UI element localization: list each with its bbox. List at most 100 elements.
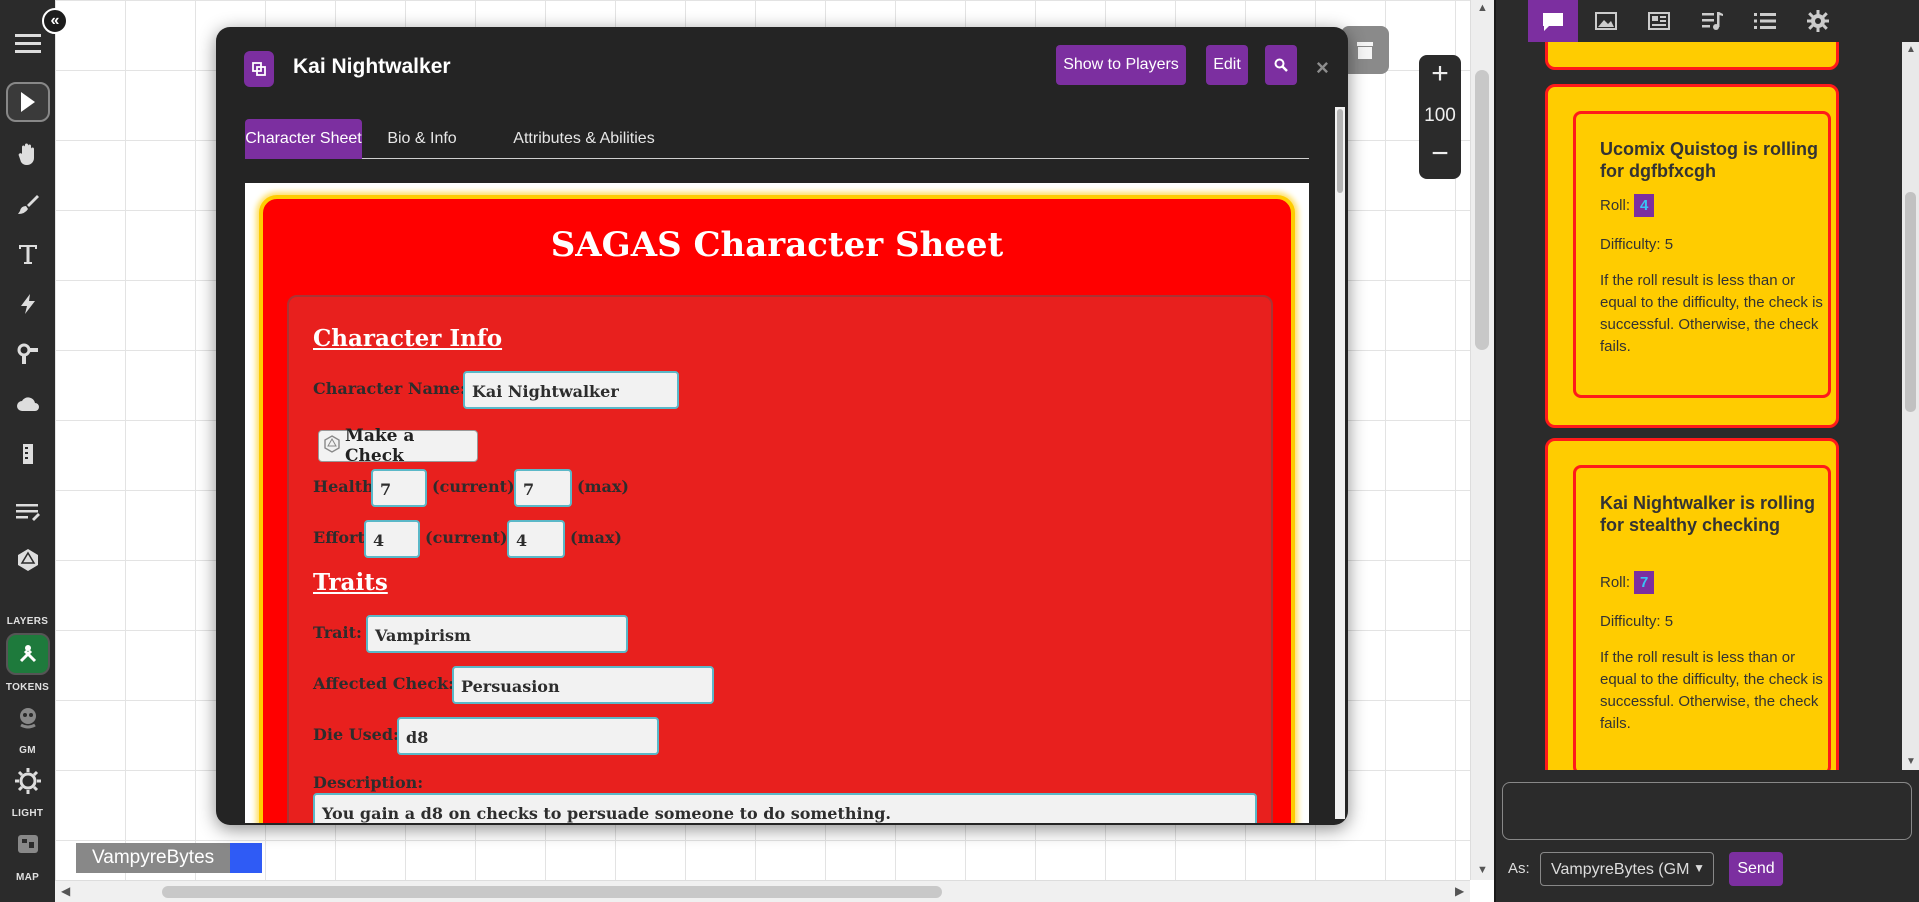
effort-max-text: (max) (570, 528, 622, 547)
canvas-horizontal-scrollbar[interactable]: ◀ ▶ (55, 880, 1470, 902)
lighting-layer-icon[interactable] (6, 760, 50, 802)
health-max-input[interactable]: 7 (514, 469, 572, 507)
scroll-up-arrow[interactable]: ▲ (1906, 44, 1916, 55)
chat-input[interactable] (1502, 782, 1912, 840)
character-sheet: SAGAS Character Sheet Character Info Cha… (259, 195, 1295, 823)
roll-line: Roll: 7 (1600, 571, 1655, 594)
scroll-up-arrow[interactable]: ▲ (1477, 2, 1488, 14)
scrollbar-thumb[interactable] (1475, 70, 1489, 350)
pan-hand-icon[interactable] (6, 134, 50, 174)
fog-cloud-icon[interactable] (6, 384, 50, 424)
scroll-down-arrow[interactable]: ▼ (1477, 864, 1488, 876)
canvas-vertical-scrollbar[interactable]: ▲ ▼ (1470, 0, 1494, 880)
gm-layer-icon[interactable] (6, 697, 50, 739)
zoom-in-button[interactable]: + (1419, 59, 1461, 89)
trait-input[interactable]: Vampirism (366, 615, 628, 653)
tab-attributes-abilities[interactable]: Attributes & Abilities (509, 119, 659, 159)
speaking-as-label: As: (1508, 860, 1530, 877)
roll-label: Roll: (1600, 574, 1631, 591)
effort-current-text: (current) / (425, 528, 519, 547)
journal-tab[interactable] (1634, 0, 1684, 42)
show-to-players-button[interactable]: Show to Players (1056, 45, 1186, 85)
lightning-icon[interactable] (6, 284, 50, 324)
roll-description: If the roll result is less than or equal… (1600, 272, 1823, 355)
health-max-text: (max) (577, 477, 629, 496)
effort-max-input[interactable]: 4 (507, 520, 565, 558)
scroll-down-arrow[interactable]: ▼ (1906, 756, 1916, 767)
sheet-title: SAGAS Character Sheet (550, 225, 1004, 265)
send-button[interactable]: Send (1729, 852, 1783, 886)
settings-tab[interactable] (1793, 0, 1843, 42)
brush-icon[interactable] (6, 184, 50, 224)
notes-icon[interactable] (6, 492, 50, 532)
die-used-input[interactable]: d8 (397, 717, 659, 755)
chat-scrollbar[interactable]: ▲ ▼ (1902, 42, 1919, 770)
double-chevron-left-icon: « (50, 12, 60, 29)
popout-icon[interactable] (244, 51, 274, 87)
trash-icon (1357, 42, 1373, 59)
chat-bubble-icon (1543, 13, 1563, 31)
scrollbar-thumb[interactable] (1337, 109, 1343, 193)
select-tool-icon[interactable] (6, 82, 50, 122)
compendium-tab[interactable] (1740, 0, 1790, 42)
tab-character-sheet[interactable]: Character Sheet (245, 119, 362, 159)
gear-icon (1807, 10, 1829, 32)
collapse-toolbar-button[interactable]: « (42, 8, 68, 34)
roll-card: Kai Nightwalker is rolling for stealthy … (1573, 465, 1831, 770)
map-layer-icon[interactable] (6, 823, 50, 865)
menu-icon[interactable] (6, 24, 50, 64)
chat-log[interactable]: Ucomix Quistog is rolling for dgfbfxcgh … (1500, 42, 1900, 770)
sheet-viewport: SAGAS Character Sheet Character Info Cha… (245, 183, 1309, 823)
scrollbar-thumb[interactable] (162, 886, 942, 898)
zoom-control: + 100 − (1419, 55, 1461, 179)
roll-card: Ucomix Quistog is rolling for dgfbfxcgh … (1573, 111, 1831, 398)
tokens-layer-icon[interactable] (6, 633, 50, 675)
art-library-tab[interactable] (1581, 0, 1631, 42)
scroll-left-arrow[interactable]: ◀ (61, 884, 70, 898)
make-a-check-label: Make a Check (345, 426, 415, 466)
door-icon[interactable] (6, 434, 50, 474)
dice-d20-icon[interactable] (6, 540, 50, 580)
sheet-panel: Character Info Character Name: Kai Night… (287, 295, 1273, 823)
description-textarea[interactable]: You gain a d8 on checks to persuade some… (313, 793, 1257, 823)
tab-bio-info[interactable]: Bio & Info (377, 119, 467, 159)
character-name-label: Character Name: (313, 379, 466, 398)
ruler-measure-icon[interactable] (6, 334, 50, 374)
edit-button[interactable]: Edit (1206, 45, 1248, 85)
zoom-out-button[interactable]: − (1419, 139, 1461, 169)
player-name: VampyreBytes (76, 843, 231, 873)
trash-button[interactable] (1341, 26, 1389, 74)
dialog-tabs: Character Sheet Bio & Info Attributes & … (245, 119, 1309, 159)
music-list-icon (1702, 12, 1723, 30)
player-color-swatch (230, 843, 263, 873)
affected-check-input[interactable]: Persuasion (452, 666, 714, 704)
dialog-scrollbar[interactable] (1335, 107, 1345, 819)
roll-line: Roll: 4 (1600, 194, 1655, 217)
scroll-right-arrow[interactable]: ▶ (1455, 884, 1464, 898)
trait-label: Trait: (313, 623, 362, 642)
search-button[interactable] (1265, 45, 1297, 85)
health-current-input[interactable]: 7 (371, 469, 427, 507)
zoom-level: 100 (1424, 105, 1456, 126)
affected-check-label: Affected Check: (313, 674, 455, 693)
search-icon (1274, 58, 1288, 72)
make-a-check-button[interactable]: Make a Check (318, 426, 478, 466)
text-tool-icon[interactable] (6, 234, 50, 274)
dialog-title: Kai Nightwalker (293, 55, 451, 78)
effort-current-input[interactable]: 4 (364, 520, 420, 558)
speaking-as-value: VampyreBytes (GM (1551, 861, 1690, 878)
panel-divider (1494, 0, 1496, 902)
roll-difficulty: Difficulty: 5 (1600, 613, 1674, 630)
speaking-as-select[interactable]: VampyreBytes (GM ▼ (1540, 852, 1714, 886)
health-label: Health: (313, 477, 380, 496)
jukebox-tab[interactable] (1687, 0, 1737, 42)
character-name-input[interactable]: Kai Nightwalker (463, 371, 679, 409)
player-tag: VampyreBytes (76, 843, 263, 873)
scrollbar-thumb[interactable] (1905, 192, 1916, 412)
character-dialog: Kai Nightwalker Show to Players Edit × C… (216, 27, 1348, 825)
chat-message-previous (1545, 42, 1839, 70)
close-icon[interactable]: × (1316, 55, 1329, 81)
gm-caption: GM (19, 745, 36, 756)
chat-tab[interactable] (1528, 0, 1578, 42)
effort-label: Effort: (313, 528, 371, 547)
